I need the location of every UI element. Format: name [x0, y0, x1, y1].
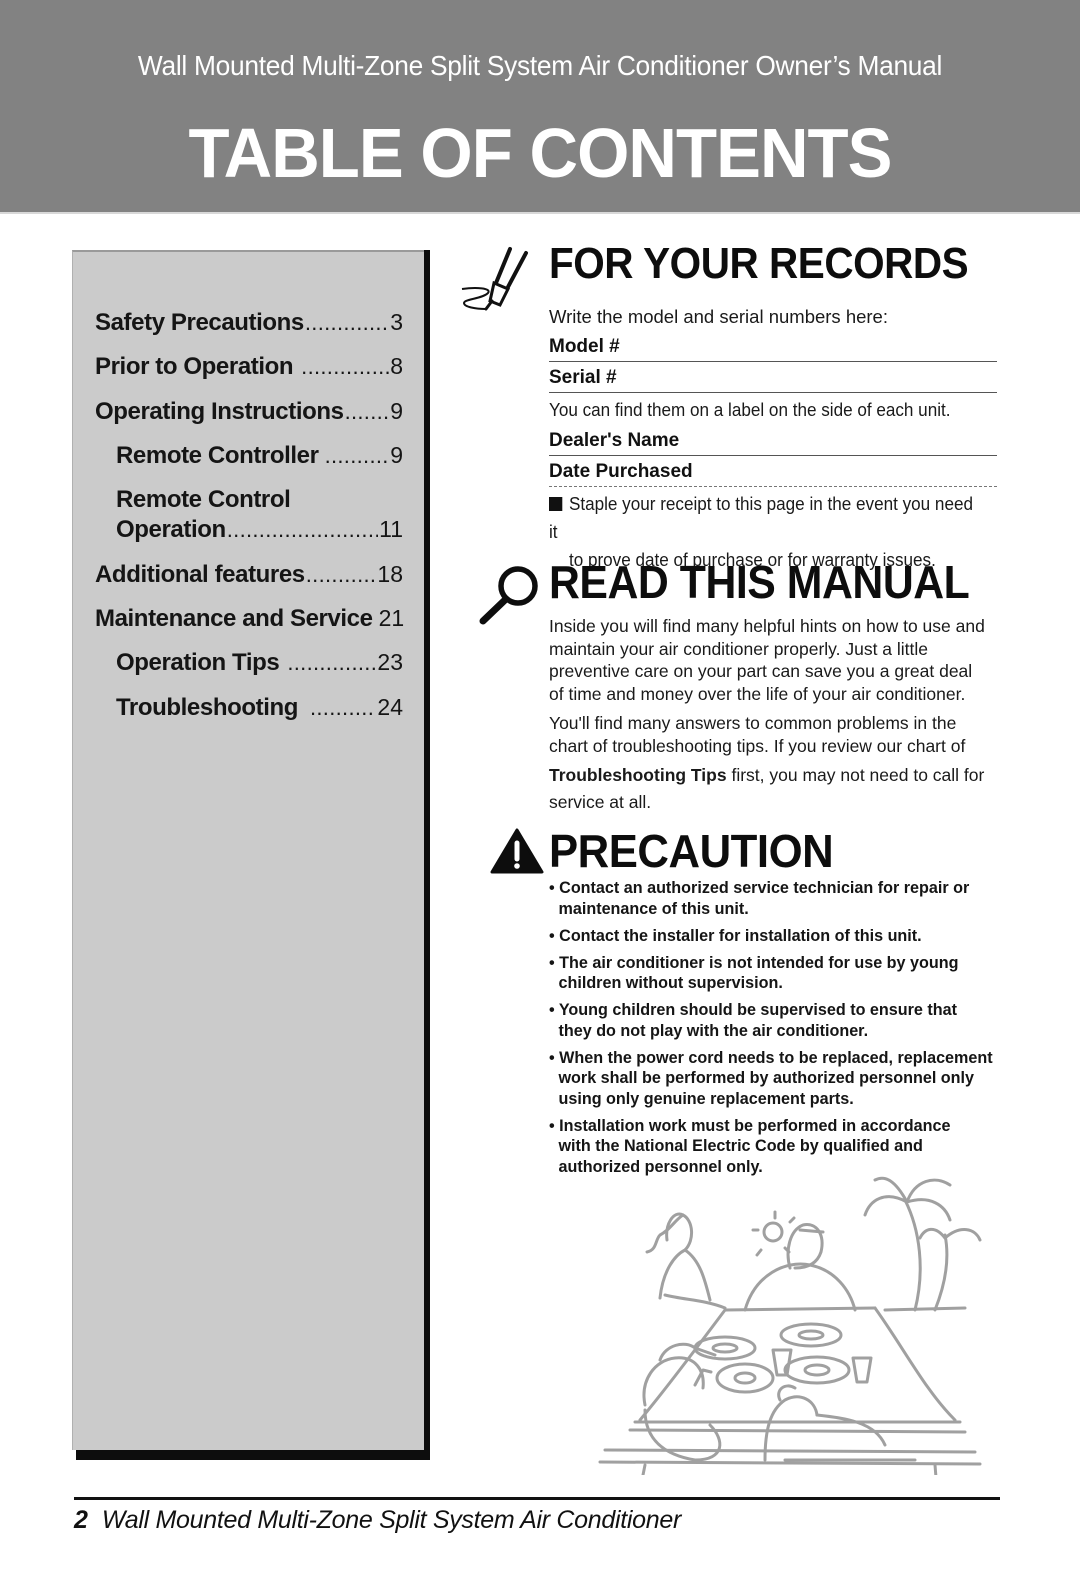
family-picnic-illustration [598, 1176, 982, 1475]
toc-item-label: Safety Precautions [95, 309, 304, 336]
toc-leader-dots [306, 562, 377, 588]
toc-item-label: Additional features [95, 561, 305, 588]
serial-number-field[interactable]: Serial # [549, 364, 997, 393]
toc-item-label: Operation Tips [116, 649, 280, 676]
precaution-item: The air conditioner is not intended for … [549, 953, 986, 994]
toc-item-troubleshooting[interactable]: Troubleshooting 24 [116, 694, 403, 722]
toc-item-prior-to-operation[interactable]: Prior to Operation 8 [95, 353, 403, 381]
toc-item-page: 21 [378, 605, 405, 631]
toc-item-page: 18 [377, 561, 403, 587]
table-of-contents-box: Safety Precautions 3 Prior to Operation … [72, 250, 424, 1450]
model-number-field[interactable]: Model # [549, 333, 997, 362]
read-manual-heading: READ THIS MANUAL [549, 556, 970, 608]
text-line: Inside you will find many helpful hints … [549, 616, 985, 636]
toc-item-page: 23 [377, 649, 403, 675]
precaution-heading: PRECAUTION [549, 825, 834, 877]
troubleshooting-tips-emphasis: Troubleshooting Tips [549, 765, 727, 785]
precaution-item: Contact the installer for installation o… [549, 926, 996, 947]
toc-item-page: 24 [377, 694, 403, 720]
date-purchased-field[interactable]: Date Purchased [549, 458, 997, 487]
toc-item-safety-precautions[interactable]: Safety Precautions 3 [95, 309, 403, 337]
page-footer: 2 Wall Mounted Multi-Zone Split System Ai… [74, 1506, 681, 1535]
page-title: TABLE OF CONTENTS [188, 114, 893, 192]
toc-item-page: 11 [379, 516, 403, 542]
toc-item-page: 8 [390, 353, 403, 379]
dealers-name-label: Dealer's Name [549, 430, 680, 451]
model-number-label: Model # [549, 336, 620, 357]
precaution-list: Contact an authorized service technician… [549, 878, 1004, 1184]
precaution-item: Young children should be supervised to e… [549, 1000, 986, 1041]
text-fragment: first, you may not need to call for [726, 765, 985, 785]
date-purchased-label: Date Purchased [549, 461, 693, 482]
toc-item-operating-instructions[interactable]: Operating Instructions 9 [95, 398, 403, 426]
label-location-note: You can find them on a label on the side… [549, 400, 951, 420]
text-line: service at all. [549, 791, 652, 812]
footer-divider [74, 1497, 1000, 1500]
square-bullet-icon [549, 497, 563, 511]
read-manual-paragraph-2: You'll find many answers to common probl… [549, 712, 999, 813]
toc-box-shadow-right [424, 250, 430, 1460]
text-line: You'll find many answers to common probl… [549, 713, 957, 733]
toc-leader-dots [287, 650, 376, 676]
page-number: 2 [74, 1506, 88, 1534]
toc-item-page: 3 [390, 309, 403, 335]
text-line: maintain your air conditioner properly. … [549, 638, 929, 659]
pen-icon [461, 247, 528, 311]
toc-item-label: Operating Instructions [95, 398, 344, 425]
toc-item-label: Operation [116, 516, 226, 543]
manual-subtitle: Wall Mounted Multi-Zone Split System Air… [137, 50, 943, 81]
dealers-name-field[interactable]: Dealer's Name [549, 427, 997, 456]
text-line: chart of troubleshooting tips. If you re… [549, 735, 966, 756]
toc-leader-dots [310, 695, 376, 721]
header-divider [0, 212, 1080, 214]
toc-box-shadow-bottom [76, 1450, 430, 1460]
staple-note-line1: Staple your receipt to this page in the … [549, 494, 973, 542]
records-intro: Write the model and serial numbers here: [549, 306, 888, 327]
toc-item-maintenance-and-service[interactable]: Maintenance and Service 21 [95, 605, 405, 633]
toc-item-remote-controller[interactable]: Remote Controller 9 [116, 442, 403, 470]
toc-item-page: 9 [390, 442, 403, 468]
precaution-item: Contact an authorized service technician… [549, 878, 991, 919]
warning-icon [490, 828, 544, 874]
toc-item-remote-control-operation[interactable]: Operation 11 [116, 516, 403, 544]
toc-item-label: Remote Controller [116, 442, 319, 469]
text-line: Troubleshooting Tips first, you may not … [549, 764, 999, 787]
toc-item-label: Troubleshooting [116, 694, 298, 721]
magnifier-icon [479, 566, 538, 625]
toc-leader-dots [301, 354, 389, 380]
serial-number-label: Serial # [549, 367, 617, 388]
toc-item-additional-features[interactable]: Additional features 18 [95, 561, 403, 589]
toc-item-operation-tips[interactable]: Operation Tips 23 [116, 649, 403, 677]
precaution-item: When the power cord needs to be replaced… [549, 1048, 1000, 1110]
records-heading: FOR YOUR RECORDS [549, 239, 969, 288]
text-line: of time and money over the life of your … [549, 683, 966, 704]
toc-leader-dots [305, 310, 389, 336]
toc-leader-dots [325, 443, 390, 469]
footer-title: Wall Mounted Multi-Zone Split System Air… [101, 1506, 681, 1534]
toc-item-label: Prior to Operation [95, 353, 294, 380]
header-band: Wall Mounted Multi-Zone Split System Air… [0, 0, 1080, 212]
text-line: preventive care on your part can save yo… [549, 661, 973, 681]
toc-item-page: 9 [390, 398, 403, 424]
toc-item-remote-control-operation-line1[interactable]: Remote Control [116, 486, 291, 514]
read-manual-paragraph-1: Inside you will find many helpful hints … [549, 615, 999, 705]
toc-item-label: Maintenance and Service [95, 605, 373, 632]
toc-leader-dots [227, 517, 378, 543]
toc-leader-dots [345, 399, 390, 425]
